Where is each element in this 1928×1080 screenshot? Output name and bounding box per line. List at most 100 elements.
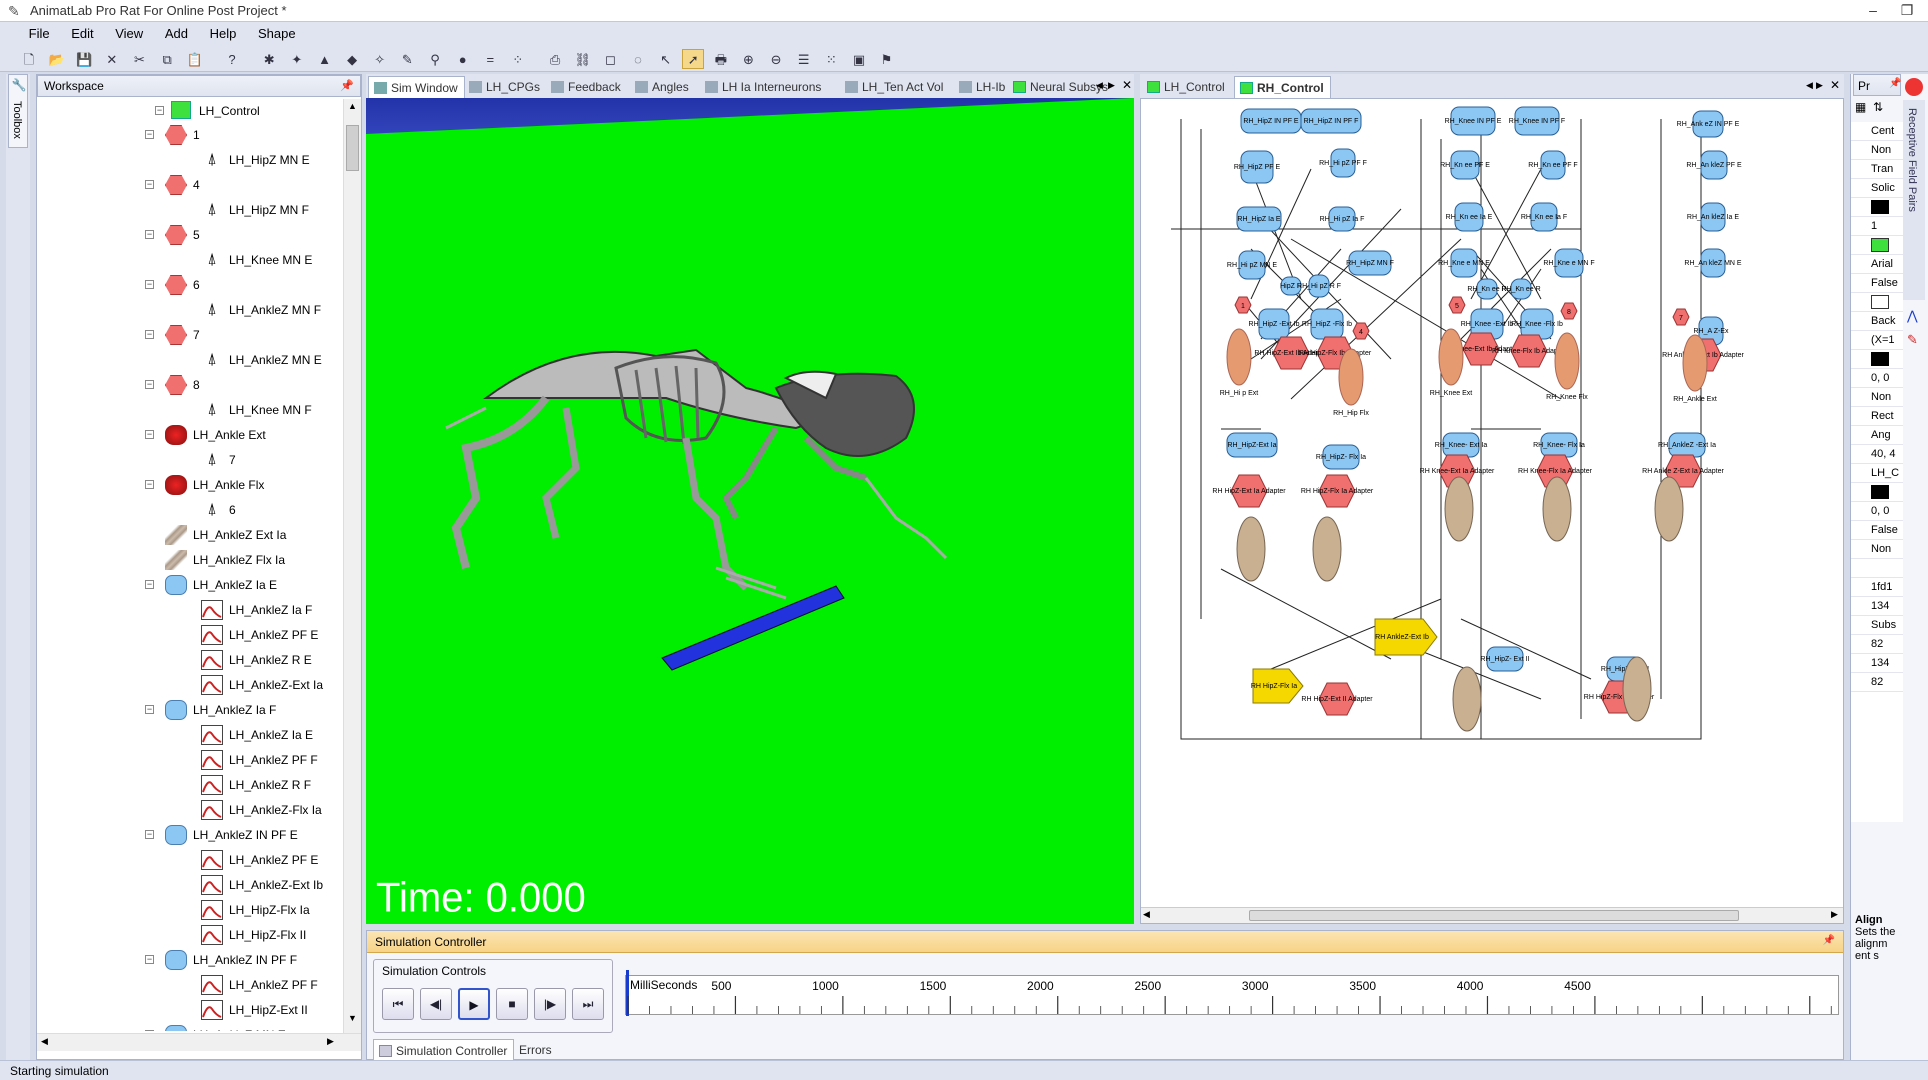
new-file-icon[interactable]: 🗋 — [18, 50, 40, 70]
collapse-icon[interactable]: − — [145, 130, 154, 139]
tree-item[interactable]: LH_AnkleZ Ext Ia — [37, 523, 343, 547]
add-structure-icon[interactable]: ✦ — [286, 50, 308, 70]
tree-item[interactable]: LH_AnkleZ PF E — [37, 623, 343, 647]
pin-icon[interactable]: 📌 — [1889, 78, 1901, 89]
scroll-right-icon[interactable]: ▶ — [1831, 909, 1838, 920]
skip-to-end-button[interactable]: ⏭ — [572, 988, 604, 1020]
property-row[interactable]: 82 — [1851, 635, 1903, 654]
pencil-icon[interactable]: ✎ — [1907, 332, 1918, 348]
tree-item[interactable]: −6 — [37, 273, 343, 297]
tree-item[interactable]: LH_AnkleZ-Ext Ia — [37, 673, 343, 697]
property-row[interactable] — [1851, 559, 1903, 578]
property-row[interactable]: Non — [1851, 141, 1903, 160]
tree-item[interactable]: − LH_AnkleZ IN PF E — [37, 823, 343, 847]
tree-item[interactable]: −5 — [37, 223, 343, 247]
close-icon[interactable]: ✕ — [101, 50, 123, 70]
property-row[interactable]: Non — [1851, 540, 1903, 559]
tab-feedback[interactable]: Feedback — [546, 76, 627, 98]
tree-item[interactable]: −7 — [37, 323, 343, 347]
scroll-right-icon[interactable]: ▶ — [327, 1036, 334, 1047]
time-ruler[interactable]: MilliSeconds 500 1000 1500 2000 2500 3000 3500… — [625, 970, 1839, 1016]
collapse-icon[interactable]: − — [145, 180, 154, 189]
step-back-button[interactable]: ◀| — [420, 988, 452, 1020]
tab-errors[interactable]: Errors — [513, 1039, 558, 1061]
help-icon[interactable]: ? — [221, 50, 243, 70]
cut-icon[interactable]: ✂ — [129, 50, 151, 70]
link-icon[interactable]: ⛓ — [572, 50, 594, 70]
tree-item[interactable]: LH_HipZ-Ext II — [37, 998, 343, 1022]
tab-scroll-right-icon[interactable]: ▶ — [1108, 80, 1115, 91]
add-chart-icon[interactable]: ◆ — [341, 50, 363, 70]
property-row[interactable]: 0, 0 — [1851, 369, 1903, 388]
grid-dots-icon[interactable]: ⁘ — [507, 50, 529, 70]
play-button[interactable]: ▶ — [458, 988, 490, 1020]
align-icon[interactable]: ☰ — [793, 50, 815, 70]
printer-icon[interactable]: 🖶 — [710, 50, 732, 70]
property-row[interactable]: Ang — [1851, 426, 1903, 445]
menu-view[interactable]: View — [106, 22, 152, 41]
property-row[interactable]: Back — [1851, 312, 1903, 331]
tab-lh-cpgs[interactable]: LH_CPGs — [464, 76, 546, 98]
tree-item[interactable]: −1 — [37, 123, 343, 147]
neural-diagram-canvas[interactable]: RH_HipZ IN PF E RH_HipZ IN PF F RH_Knee IN… — [1140, 98, 1844, 924]
workspace-vertical-scrollbar[interactable]: ▲ ▼ — [343, 99, 361, 1033]
tree-item[interactable]: LH_HipZ-Flx Ia — [37, 898, 343, 922]
zoom-in-icon[interactable]: ⊕ — [738, 50, 760, 70]
add-stimulus-icon[interactable]: ▲ — [314, 50, 336, 70]
scroll-thumb[interactable] — [1249, 910, 1739, 921]
menu-file[interactable]: File — [20, 22, 59, 41]
collapse-icon[interactable]: − — [155, 106, 164, 115]
action-icon[interactable]: ⚑ — [876, 50, 898, 70]
property-row[interactable] — [1851, 198, 1903, 217]
pointer-icon[interactable]: ➚ — [682, 49, 705, 69]
property-row[interactable]: 134 — [1851, 597, 1903, 616]
edit-tool-icon[interactable]: ✎ — [396, 50, 418, 70]
select-icon[interactable]: ◻ — [599, 50, 621, 70]
tree-item[interactable]: ⍋ LH_Knee MN E — [37, 248, 343, 272]
property-row[interactable]: Solic — [1851, 179, 1903, 198]
pin-icon[interactable]: 📌 — [340, 79, 354, 92]
equals-icon[interactable]: = — [479, 50, 501, 70]
menu-edit[interactable]: Edit — [62, 22, 102, 41]
color-swatch[interactable] — [1871, 238, 1889, 252]
scroll-left-icon[interactable]: ◀ — [1143, 909, 1150, 920]
collapse-icon[interactable]: − — [145, 280, 154, 289]
diagram-muscle-node[interactable] — [1226, 328, 1252, 386]
add-light-icon[interactable]: ✧ — [369, 50, 391, 70]
workspace-horizontal-scrollbar[interactable]: ◀ ▶ — [37, 1033, 361, 1051]
tab-rh-control[interactable]: RH_Control — [1234, 76, 1331, 98]
property-row[interactable]: Subs — [1851, 616, 1903, 635]
property-row[interactable]: Non — [1851, 388, 1903, 407]
tree-item[interactable]: ⍋ LH_HipZ MN F — [37, 198, 343, 222]
property-row[interactable] — [1851, 293, 1903, 312]
scroll-down-icon[interactable]: ▼ — [346, 1013, 359, 1027]
paste-icon[interactable]: 📋 — [184, 50, 206, 70]
tree-item[interactable]: LH_AnkleZ R F — [37, 773, 343, 797]
property-row[interactable]: Arial — [1851, 255, 1903, 274]
tree-item[interactable]: ⍋ LH_AnkleZ MN E — [37, 348, 343, 372]
graph-icon[interactable]: ⋀ — [1907, 308, 1918, 324]
property-row[interactable]: 40, 4 — [1851, 445, 1903, 464]
group-icon[interactable]: ▣ — [848, 50, 870, 70]
collapse-icon[interactable]: − — [145, 380, 154, 389]
tree-item[interactable]: ⍋ 6 — [37, 498, 343, 522]
property-row[interactable] — [1851, 350, 1903, 369]
tree-item[interactable]: −4 — [37, 173, 343, 197]
close-tab-icon[interactable]: ✕ — [1122, 78, 1132, 92]
collapse-icon[interactable]: − — [145, 580, 154, 589]
zoom-view-icon[interactable]: ⚲ — [424, 50, 446, 70]
zoom-out-icon[interactable]: ⊖ — [765, 50, 787, 70]
diagram-muscle-node[interactable] — [1682, 334, 1708, 392]
tab-scroll-left-icon[interactable]: ◀ — [1096, 80, 1103, 91]
diagram-muscle-node[interactable] — [1554, 332, 1580, 390]
tree-item[interactable]: ⍋ LH_Knee MN F — [37, 398, 343, 422]
menu-help[interactable]: Help — [201, 22, 246, 41]
format-icon[interactable]: ◌ — [627, 50, 649, 70]
collapse-icon[interactable]: − — [145, 330, 154, 339]
tree-item[interactable]: LH_AnkleZ-Ext Ib — [37, 873, 343, 897]
property-row[interactable]: Cent — [1851, 122, 1903, 141]
tree-item[interactable]: LH_HipZ-Flx II — [37, 923, 343, 947]
step-forward-button[interactable]: |▶ — [534, 988, 566, 1020]
minimize-button[interactable]: – — [1856, 0, 1890, 22]
tree-item[interactable]: ⍋ LH_AnkleZ MN F — [37, 298, 343, 322]
